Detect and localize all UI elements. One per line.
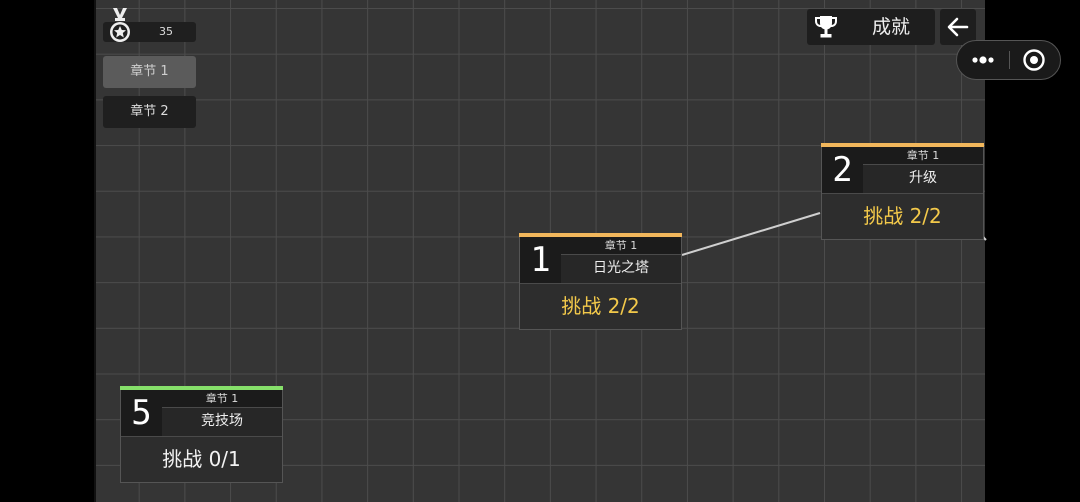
level-chapter: 章节 1: [863, 147, 983, 164]
level-node-5[interactable]: 5 章节 1 竞技场 挑战 0/1: [120, 386, 283, 483]
level-challenge[interactable]: 挑战 2/2: [520, 283, 681, 329]
level-node-1[interactable]: 1 章节 1 日光之塔 挑战 2/2: [519, 233, 682, 330]
medal-count: 35: [159, 25, 173, 38]
level-number: 5: [121, 390, 162, 436]
level-challenge[interactable]: 挑战 2/2: [822, 193, 983, 239]
arrow-left-icon: [947, 17, 969, 37]
level-chapter: 章节 1: [561, 237, 681, 254]
level-challenge[interactable]: 挑战 0/1: [121, 436, 282, 482]
close-miniprogram-button[interactable]: [1010, 41, 1060, 79]
level-name: 升级: [863, 164, 983, 193]
miniprogram-capsule: [956, 40, 1061, 80]
level-name: 竞技场: [162, 407, 282, 436]
level-number: 1: [520, 237, 561, 283]
achievements-button[interactable]: 成就: [807, 9, 935, 45]
level-name: 日光之塔: [561, 254, 681, 283]
more-menu-button[interactable]: [957, 41, 1009, 79]
trophy-icon: [815, 16, 837, 38]
level-node-2[interactable]: 2 章节 1 升级 挑战 2/2: [821, 143, 984, 240]
level-number: 2: [822, 147, 863, 193]
chapter-tab-1[interactable]: 章节 1: [103, 56, 196, 88]
target-circle-icon: [1023, 49, 1045, 71]
medal-icon: [110, 8, 130, 42]
achievements-label: 成就: [871, 16, 910, 38]
chapter-tab-2[interactable]: 章节 2: [103, 96, 196, 128]
more-dots-icon: [972, 56, 994, 64]
level-chapter: 章节 1: [162, 390, 282, 407]
